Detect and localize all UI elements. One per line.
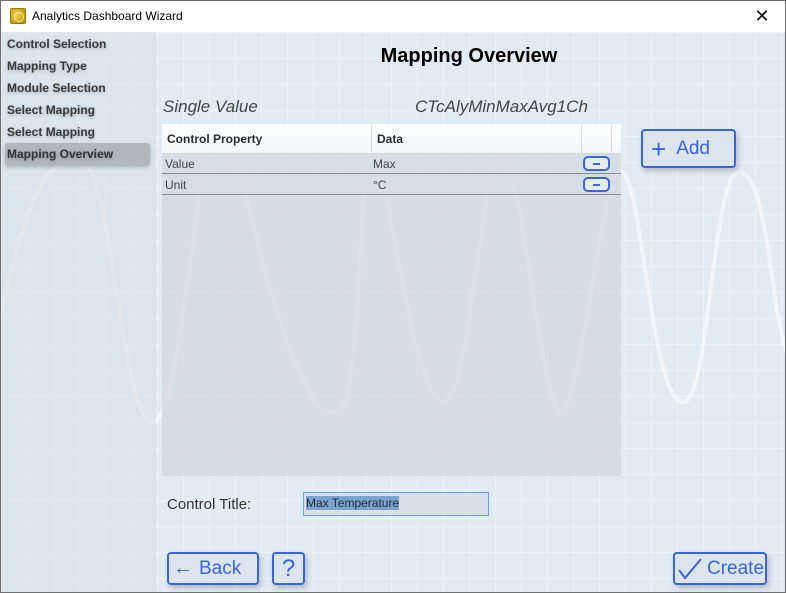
gear-app-icon — [10, 8, 26, 24]
cell-data: °C — [373, 178, 387, 192]
plus-icon: + — [651, 133, 667, 164]
window-title: Analytics Dashboard Wizard — [32, 9, 183, 23]
checkmark-icon — [678, 557, 702, 580]
arrow-left-icon: ← — [173, 557, 193, 579]
close-icon: ✕ — [754, 6, 770, 26]
table-row[interactable]: Value Max — [162, 154, 621, 174]
page-title: Mapping Overview — [380, 45, 558, 67]
nav-item-control-selection[interactable]: Control Selection — [5, 33, 150, 55]
column-header-actions — [582, 124, 612, 154]
title-bar: Analytics Dashboard Wizard ✕ — [1, 1, 785, 32]
help-icon: ? — [281, 554, 296, 582]
cell-property: Value — [165, 157, 195, 171]
control-title-label: Control Title: — [167, 496, 252, 513]
cell-property: Unit — [165, 178, 187, 192]
mapping-type-label: Single Value — [163, 97, 258, 116]
wizard-window: Analytics Dashboard Wizard ✕ Control Sel… — [0, 0, 786, 593]
cell-data: Max — [373, 157, 396, 171]
add-button[interactable]: + Add — [641, 129, 736, 168]
create-button[interactable]: Create — [673, 552, 767, 585]
help-button[interactable]: ? — [272, 552, 305, 585]
nav-item-module-selection[interactable]: Module Selection — [5, 77, 150, 99]
control-title-value: Max Temperature — [306, 496, 400, 510]
back-button[interactable]: ← Back — [167, 552, 259, 585]
nav-item-mapping-type[interactable]: Mapping Type — [5, 55, 150, 77]
column-header-control-property[interactable]: Control Property — [162, 124, 372, 154]
column-header-data[interactable]: Data — [372, 124, 582, 154]
nav-item-select-mapping-1[interactable]: Select Mapping — [5, 99, 150, 121]
create-button-label: Create — [707, 557, 765, 579]
table-row[interactable]: Unit °C — [162, 175, 621, 195]
wizard-steps-sidebar: Control Selection Mapping Type Module Se… — [1, 32, 156, 592]
mapping-grid: Control Property Data Value Max Unit °C — [162, 124, 621, 476]
remove-row-button[interactable] — [583, 156, 610, 171]
remove-row-button[interactable] — [583, 177, 610, 192]
module-name-label: CTcAlyMinMaxAvg1Ch — [415, 97, 588, 116]
wizard-content: Control Selection Mapping Type Module Se… — [1, 32, 785, 592]
nav-item-mapping-overview[interactable]: Mapping Overview — [5, 143, 150, 165]
close-button[interactable]: ✕ — [739, 1, 785, 32]
add-button-label: Add — [676, 137, 710, 159]
control-title-input[interactable]: Max Temperature — [303, 492, 489, 516]
back-button-label: Back — [199, 557, 242, 579]
nav-item-select-mapping-2[interactable]: Select Mapping — [5, 121, 150, 143]
grid-header: Control Property Data — [162, 124, 621, 154]
